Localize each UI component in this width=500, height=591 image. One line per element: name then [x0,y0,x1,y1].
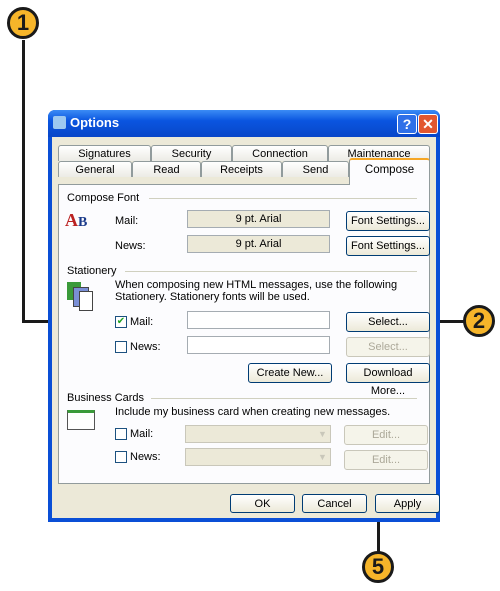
options-dialog: Options ? ✕ Signatures Security Connecti… [48,110,440,522]
business-card-icon [67,410,95,430]
business-mail-label: Mail: [130,428,154,440]
tab-security[interactable]: Security [151,145,232,161]
window-title: Options [70,115,120,130]
business-cards-description: Include my business card when creating n… [115,406,391,418]
compose-panel: Compose Font AB Mail: 9 pt. Arial Font S… [58,184,430,484]
apply-button[interactable]: Apply [375,494,440,513]
business-news-combo[interactable]: ▼ [185,448,331,466]
business-news-label: News: [130,451,161,463]
stationery-mail-select-button[interactable]: Select... [346,312,430,332]
ok-button[interactable]: OK [230,494,295,513]
stationery-news-field[interactable] [187,336,330,354]
divider [151,398,417,399]
tab-signatures[interactable]: Signatures [58,145,151,161]
business-mail-edit-button[interactable]: Edit... [344,425,428,445]
callout-1-leader [22,40,25,323]
font-mail-label: Mail: [115,215,139,227]
create-new-button[interactable]: Create New... [248,363,332,383]
stationery-news-select-button[interactable]: Select... [346,337,430,357]
mail-font-settings-button[interactable]: Font Settings... [346,211,430,231]
cancel-button[interactable]: Cancel [302,494,367,513]
tab-general[interactable]: General [58,161,132,177]
business-mail-combo[interactable]: ▼ [185,425,331,443]
font-news-label: News: [115,240,146,252]
tab-receipts[interactable]: Receipts [201,161,282,177]
font-icon: AB [65,210,88,230]
stationery-mail-label: Mail: [130,316,154,328]
stationery-mail-field[interactable] [187,311,330,329]
mail-font-field: 9 pt. Arial [187,210,330,228]
news-font-settings-button[interactable]: Font Settings... [346,236,430,256]
business-news-checkbox[interactable] [115,451,127,463]
business-mail-checkbox[interactable] [115,428,127,440]
chevron-down-icon: ▼ [318,429,327,439]
stationery-description: When composing new HTML messages, use th… [115,279,398,303]
callout-5: 5 [362,551,394,583]
business-news-edit-button[interactable]: Edit... [344,450,428,470]
divider [125,271,417,272]
divider [149,198,417,199]
dialog-body: Signatures Security Connection Maintenan… [52,137,440,518]
business-cards-heading: Business Cards [67,392,145,404]
callout-2: 2 [463,305,495,337]
tab-connection[interactable]: Connection [232,145,328,161]
compose-font-heading: Compose Font [67,192,140,204]
stationery-news-label: News: [130,341,161,353]
download-more-button[interactable]: Download More... [346,363,430,397]
news-font-field: 9 pt. Arial [187,235,330,253]
title-bar[interactable]: Options ? ✕ [48,110,440,137]
app-icon [53,116,66,129]
chevron-down-icon: ▼ [318,452,327,462]
stationery-heading: Stationery [67,265,117,277]
tab-send[interactable]: Send [282,161,349,177]
stationery-news-checkbox[interactable] [115,341,127,353]
callout-1: 1 [7,7,39,39]
help-button[interactable]: ? [397,114,417,134]
close-button[interactable]: ✕ [418,114,438,134]
stationery-mail-checkbox[interactable]: ✔ [115,316,127,328]
tab-compose[interactable]: Compose [349,158,430,185]
tab-read[interactable]: Read [132,161,201,177]
